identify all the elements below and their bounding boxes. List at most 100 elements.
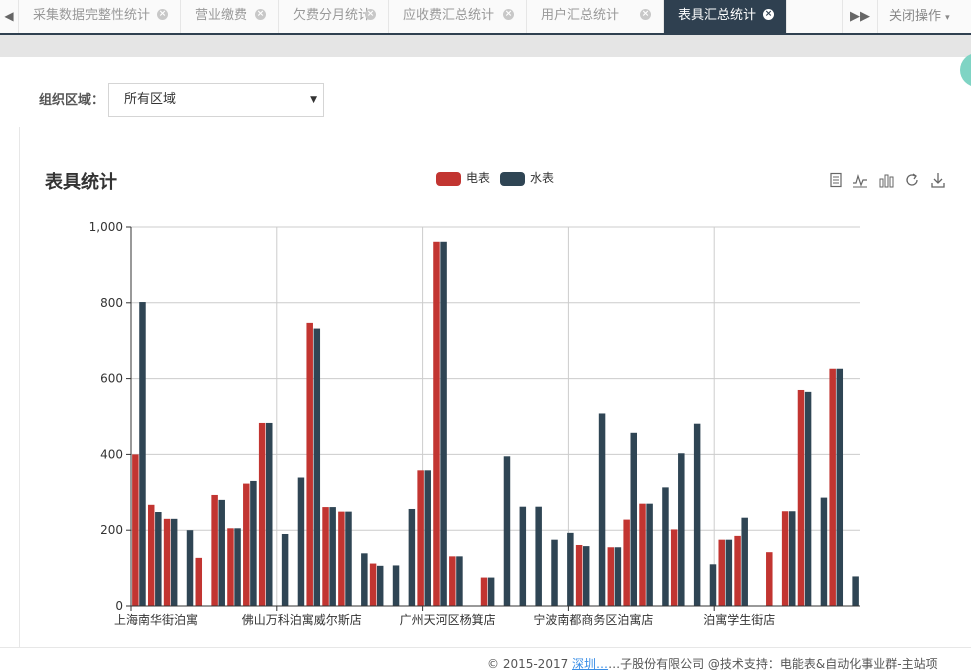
- tab-receivable-summary[interactable]: 应收费汇总统计 ×: [389, 0, 527, 33]
- bar-water: [820, 497, 828, 606]
- y-tick-label: 600: [100, 372, 123, 386]
- bar-electric: [781, 511, 789, 606]
- y-tick-label: 0: [115, 599, 123, 613]
- line-chart-icon[interactable]: [851, 172, 869, 190]
- bar-water: [155, 512, 162, 606]
- bar-electric: [163, 518, 171, 606]
- legend-item-water[interactable]: 水表: [500, 170, 554, 186]
- footer: © 2015-2017 深圳……子股份有限公司 @技术支持：电能表&自动化事业群…: [487, 655, 938, 672]
- bar-water: [836, 368, 844, 606]
- caret-down-icon: ▾: [945, 13, 950, 23]
- bar-water: [788, 511, 796, 606]
- bar-electric: [575, 544, 583, 606]
- bar-electric: [829, 368, 836, 606]
- download-icon[interactable]: [929, 172, 947, 190]
- bar-electric: [639, 503, 646, 606]
- bar-water: [170, 518, 178, 606]
- bar-water: [519, 506, 527, 606]
- close-operations-dropdown[interactable]: 关闭操作 ▾: [877, 0, 971, 33]
- chevron-down-icon: ▼: [310, 95, 317, 105]
- tab-label: 营业缴费: [195, 8, 248, 23]
- close-operations-label: 关闭操作: [889, 9, 942, 24]
- x-tick-label: 上海南华街泊寓: [114, 612, 198, 627]
- bar-water: [392, 565, 400, 606]
- footer-copyright: © 2015-2017: [487, 657, 573, 671]
- bar-electric: [417, 470, 424, 606]
- bar-water: [424, 470, 431, 606]
- tab-scroll-right-icon[interactable]: ▶▶: [842, 0, 877, 33]
- bar-electric: [243, 483, 250, 606]
- bar-electric: [211, 494, 218, 606]
- bar-water: [693, 423, 701, 606]
- bar-electric: [306, 322, 313, 606]
- x-tick-label: 广州天河区杨箕店: [400, 612, 496, 627]
- footer-company-link[interactable]: 深圳…: [572, 657, 608, 671]
- bar-electric: [258, 422, 266, 606]
- legend-item-electric[interactable]: 电表: [436, 170, 490, 186]
- restore-icon[interactable]: [903, 172, 921, 190]
- bar-electric: [338, 511, 345, 606]
- bar-water: [281, 533, 289, 606]
- legend-label-electric: 电表: [466, 171, 491, 185]
- bar-electric: [734, 535, 741, 606]
- panel-border: [19, 127, 20, 647]
- bar-water: [582, 546, 590, 606]
- bar-water: [266, 422, 273, 606]
- bar-electric: [623, 519, 630, 606]
- bar-electric: [718, 539, 725, 606]
- bar-water: [487, 577, 495, 606]
- close-icon[interactable]: ×: [255, 9, 266, 20]
- bar-water: [234, 528, 241, 606]
- tab-label: 表具汇总统计: [678, 8, 757, 23]
- org-region-select[interactable]: 所有区域 ▼: [108, 83, 324, 117]
- tab-arrears-monthly[interactable]: 欠费分月统计 ×: [279, 0, 389, 33]
- tab-label: 应收费汇总统计: [403, 8, 495, 23]
- bar-water: [218, 499, 225, 606]
- bar-electric: [480, 577, 488, 606]
- bar-electric: [147, 504, 155, 606]
- bar-water: [852, 576, 859, 606]
- close-icon[interactable]: ×: [503, 9, 514, 20]
- tab-scroll-left-icon[interactable]: ◀: [0, 0, 19, 33]
- bar-water: [408, 508, 416, 606]
- bar-water: [646, 503, 653, 606]
- bar-electric: [766, 552, 773, 606]
- floating-action-button[interactable]: [960, 53, 971, 87]
- bar-water: [503, 456, 511, 606]
- bar-electric: [449, 556, 456, 606]
- bar-water: [456, 556, 463, 606]
- y-tick-label: 400: [100, 447, 123, 461]
- bar-chart-icon[interactable]: [877, 172, 895, 190]
- bar-electric: [195, 557, 203, 606]
- bar-water: [804, 391, 812, 606]
- close-icon[interactable]: ×: [365, 9, 376, 20]
- bar-water: [250, 480, 257, 606]
- bar-electric: [607, 547, 615, 606]
- tab-user-summary[interactable]: 用户汇总统计 ×: [527, 0, 664, 33]
- bar-water: [313, 328, 321, 606]
- org-region-selected: 所有区域: [124, 92, 177, 107]
- bar-water: [662, 487, 669, 606]
- close-icon[interactable]: ×: [763, 9, 774, 20]
- y-tick-label: 1,000: [89, 220, 123, 234]
- legend-swatch-water: [500, 171, 525, 186]
- close-icon[interactable]: ×: [157, 9, 168, 20]
- bar-water: [551, 539, 558, 606]
- tab-collection-integrity[interactable]: 采集数据完整性统计 ×: [19, 0, 181, 33]
- bar-water: [329, 507, 336, 606]
- bar-water: [598, 413, 606, 606]
- bar-water: [678, 453, 685, 606]
- footer-divider: [0, 647, 971, 648]
- tab-label: 用户汇总统计: [541, 8, 620, 23]
- data-view-icon[interactable]: [827, 172, 845, 190]
- bar-water: [139, 302, 146, 606]
- y-tick-label: 800: [100, 296, 123, 310]
- org-region-label: 组织区域：: [39, 93, 105, 108]
- close-icon[interactable]: ×: [640, 9, 651, 20]
- tab-business-payment[interactable]: 营业缴费 ×: [181, 0, 279, 33]
- x-tick-label: 宁波南都商务区泊寓店: [533, 612, 653, 627]
- bar-electric: [227, 528, 234, 606]
- bar-water: [614, 547, 622, 606]
- tab-meter-summary[interactable]: 表具汇总统计 ×: [664, 0, 787, 33]
- bar-water: [630, 432, 638, 606]
